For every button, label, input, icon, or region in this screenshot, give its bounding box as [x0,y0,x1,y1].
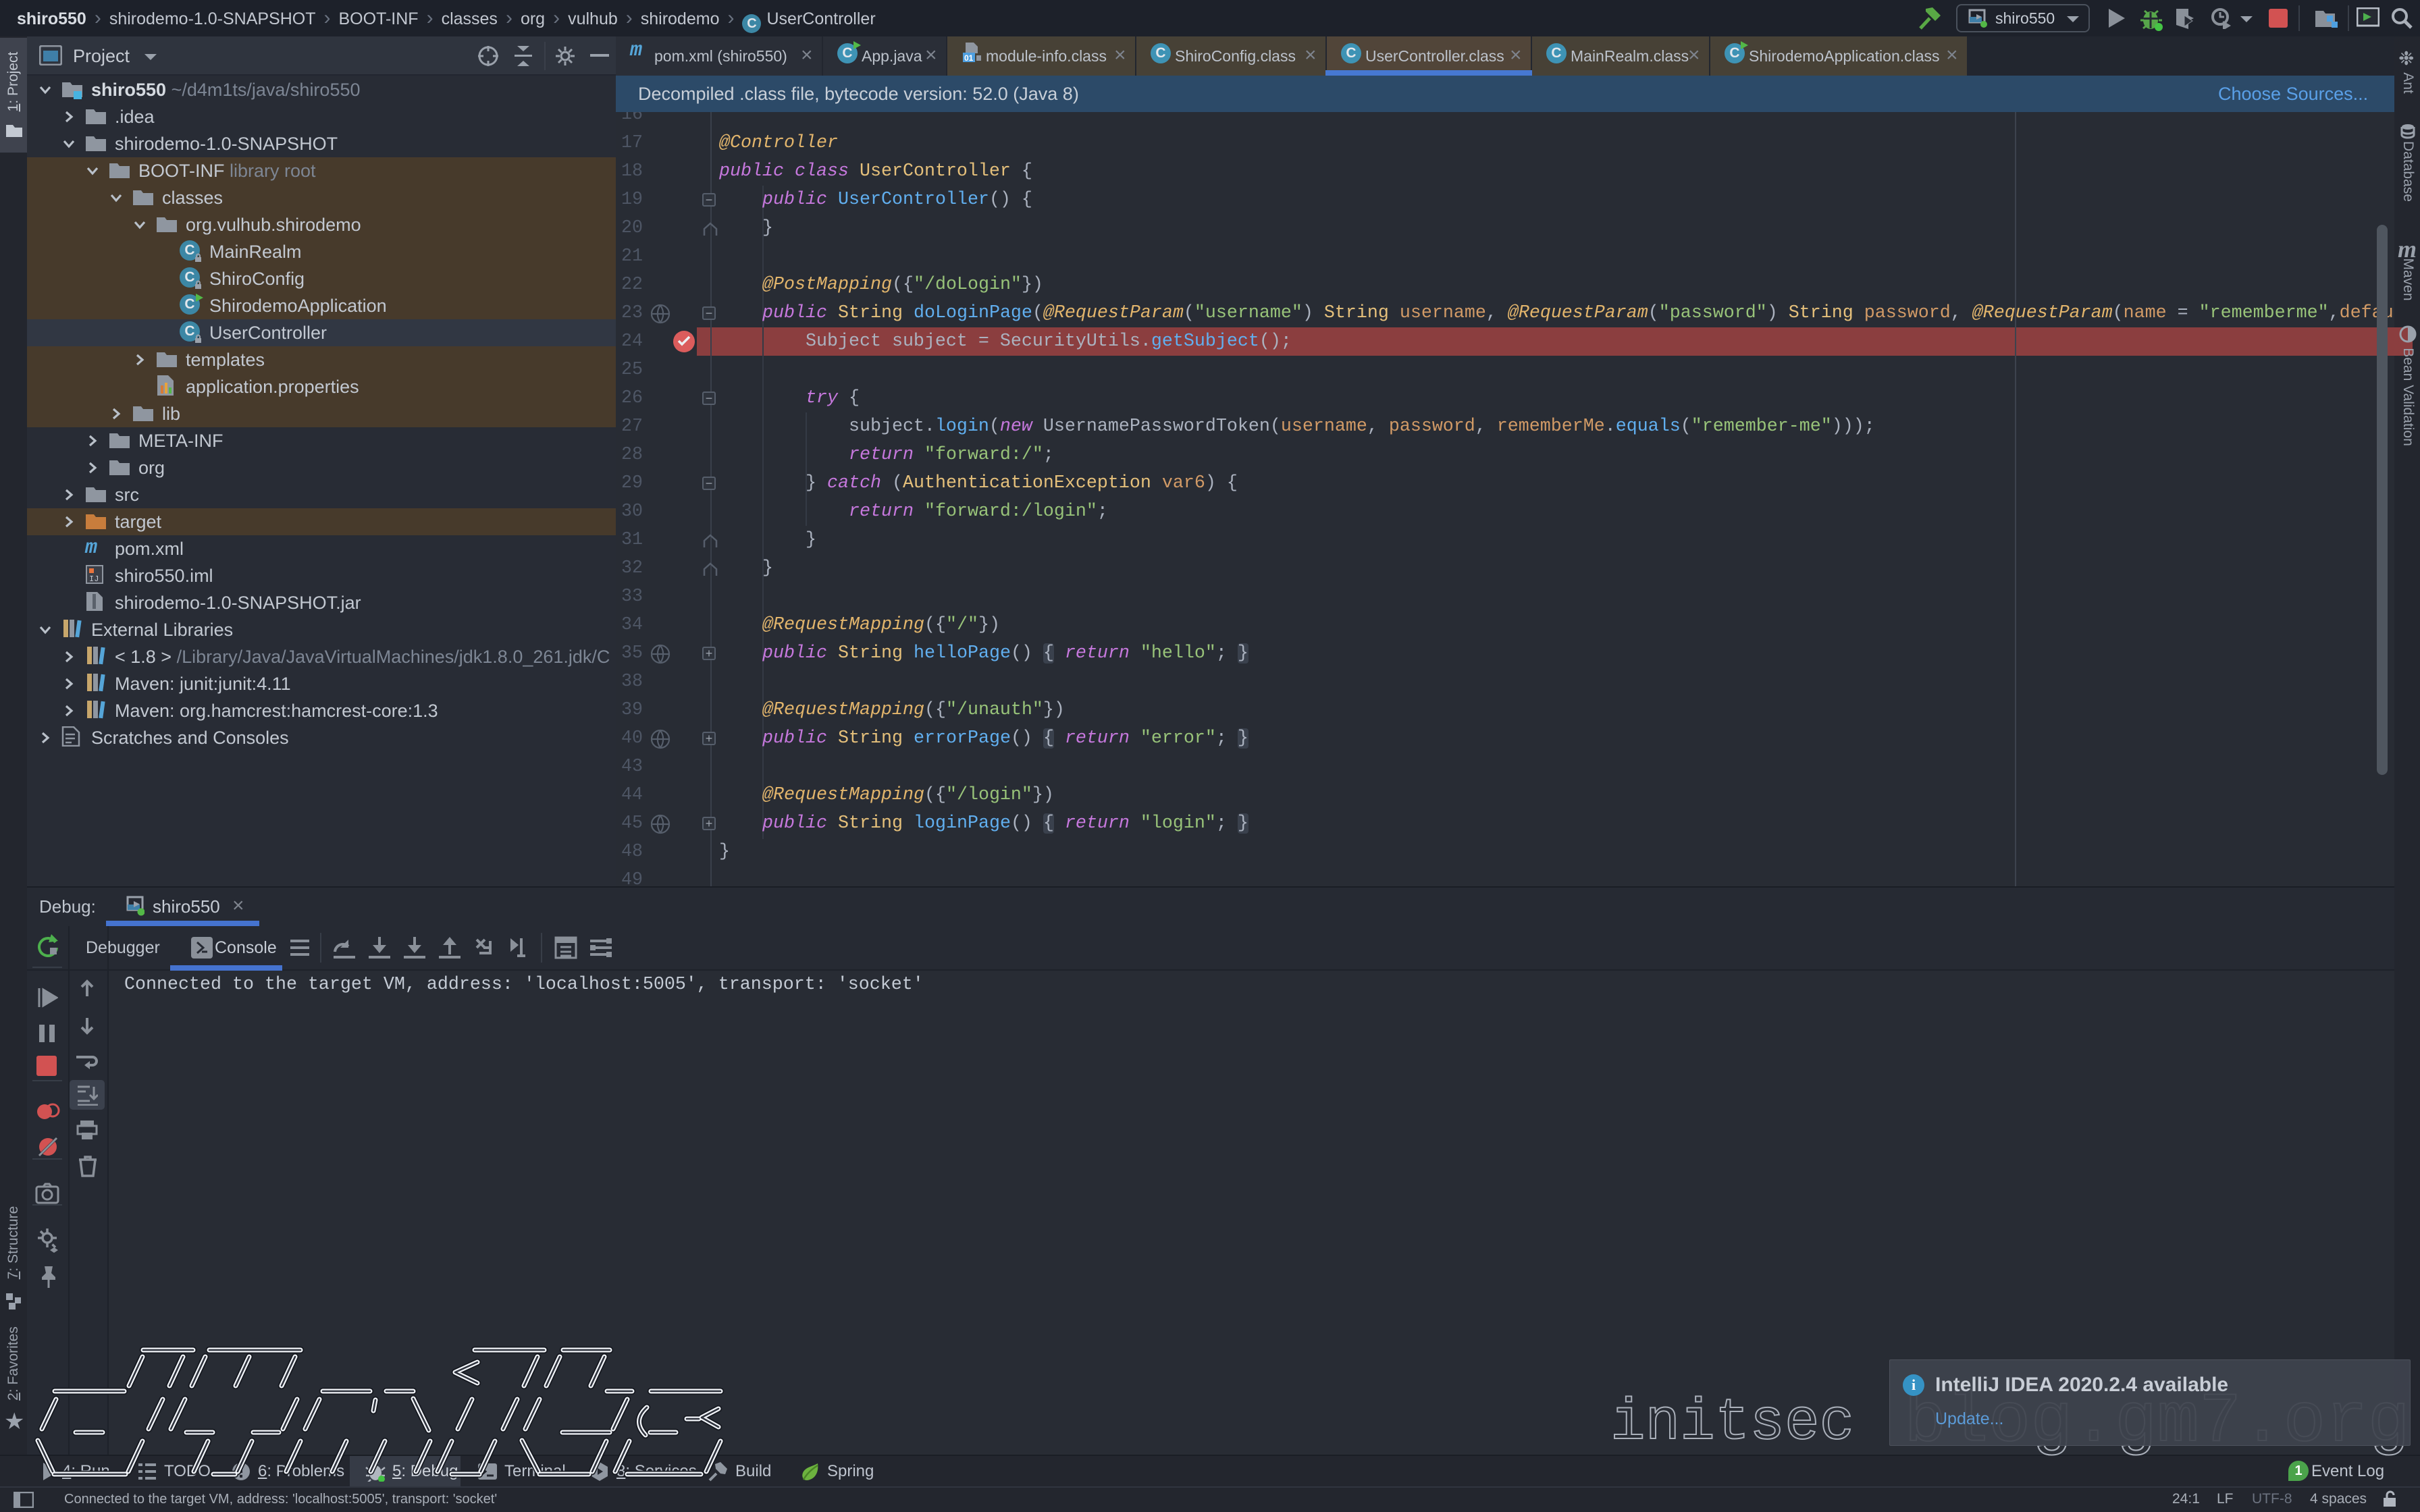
svg-text:IJ: IJ [89,574,99,584]
svg-text:01: 01 [964,53,974,63]
